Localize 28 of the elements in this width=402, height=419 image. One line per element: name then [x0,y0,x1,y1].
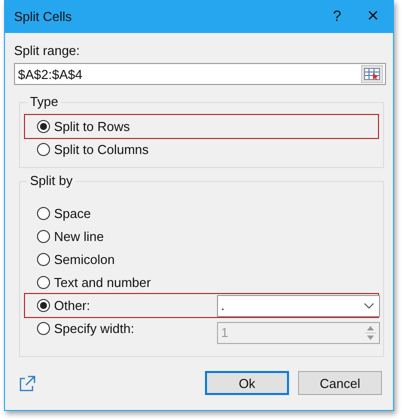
external-link-icon[interactable] [19,374,36,392]
ok-button[interactable]: Ok [205,371,289,395]
caret-icon [364,302,374,308]
radio-button[interactable] [37,276,50,289]
group-title: Type [27,94,62,109]
radio-button[interactable] [37,207,50,220]
range-picker-icon[interactable] [361,65,383,83]
radio-button[interactable] [37,120,50,133]
option-label: Text and number [54,275,151,290]
option-label: Space [54,206,91,221]
radio-button[interactable] [37,143,50,156]
close-button[interactable]: × [361,5,385,28]
group-title: Split by [27,173,76,188]
option-label: Other: [54,298,92,313]
option-label: New line [54,229,104,244]
delimiter-dropdown[interactable]: . [217,294,380,316]
window-title: Split Cells [14,9,73,24]
option-label: Split to Columns [54,142,149,157]
help-button[interactable]: ? [325,8,349,25]
option-label: Semicolon [54,252,115,267]
range-field[interactable]: $A$2:$A$4 [14,63,386,85]
radio-button[interactable] [37,299,50,312]
radio-button[interactable] [37,230,50,243]
cancel-button[interactable]: Cancel [298,371,382,395]
field-label: Split range: [14,43,81,60]
radio-button[interactable] [37,253,50,266]
option-label: Split to Rows [54,119,130,134]
option-label: Specify width: [54,321,136,336]
